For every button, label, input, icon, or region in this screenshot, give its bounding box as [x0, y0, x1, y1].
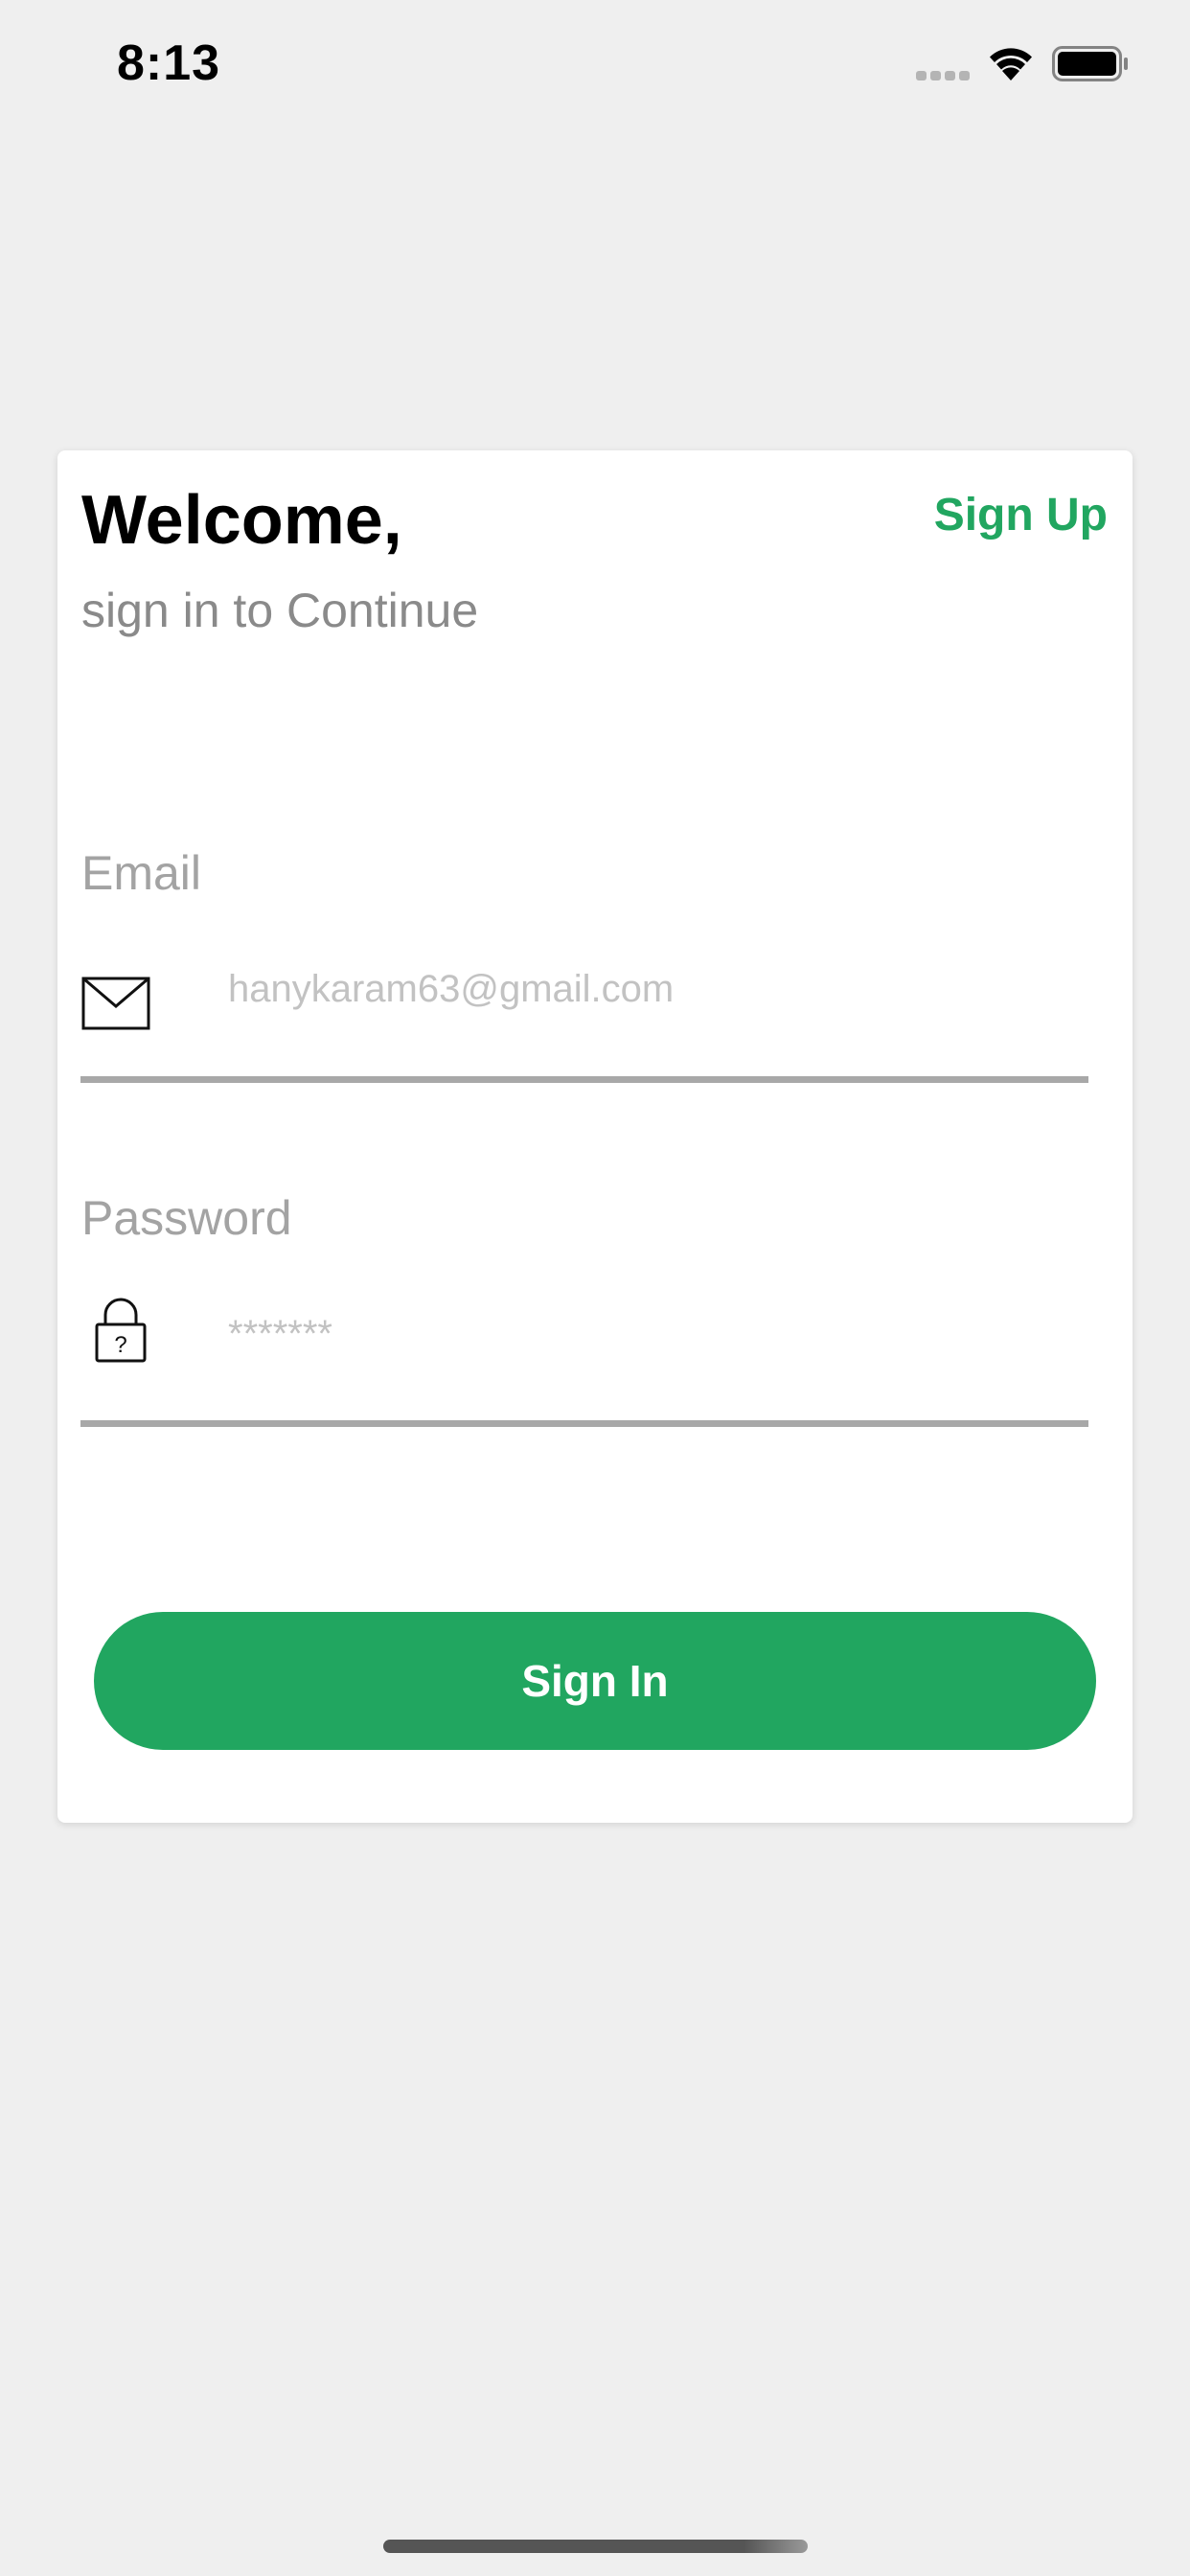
battery-icon: [1052, 46, 1128, 81]
status-time: 8:13: [117, 35, 221, 91]
password-field[interactable]: ? *******: [80, 1298, 1088, 1428]
wifi-icon: [990, 48, 1032, 80]
email-input[interactable]: hanykaram63@gmail.com: [228, 968, 674, 1011]
email-field[interactable]: hanykaram63@gmail.com: [80, 968, 1088, 1083]
lock-icon: ?: [95, 1298, 147, 1363]
welcome-title: Welcome,: [81, 482, 402, 559]
subtitle: sign in to Continue: [81, 584, 479, 637]
password-input[interactable]: *******: [228, 1313, 332, 1356]
email-label: Email: [81, 846, 202, 900]
sign-up-link[interactable]: Sign Up: [934, 489, 1108, 541]
svg-text:?: ?: [114, 1332, 126, 1358]
password-underline: [80, 1420, 1088, 1427]
home-indicator[interactable]: [383, 2540, 808, 2553]
password-label: Password: [81, 1191, 292, 1245]
cellular-signal-icon: [916, 71, 972, 80]
email-underline: [80, 1076, 1088, 1083]
sign-in-button[interactable]: Sign In: [94, 1612, 1096, 1750]
login-card: Welcome, Sign Up sign in to Continue Ema…: [57, 450, 1133, 1823]
envelope-icon: [81, 977, 150, 1030]
status-bar: 8:13: [0, 0, 1190, 126]
